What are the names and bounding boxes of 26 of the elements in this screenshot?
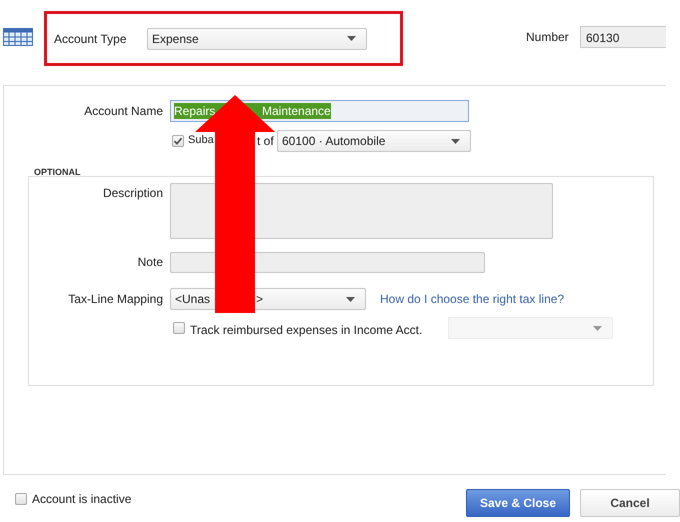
checkbox-label: Account is inactive xyxy=(32,492,132,506)
caret-icon xyxy=(593,326,602,330)
field-label: Account Name xyxy=(83,104,163,118)
checkbox-label: Suba xyxy=(188,134,214,146)
caret-icon xyxy=(346,296,355,302)
parent-account-dropdown[interactable]: 60100 · Automobile xyxy=(277,130,471,152)
account-type-dropdown[interactable]: Expense xyxy=(147,28,367,50)
caret-icon xyxy=(451,138,460,144)
field-label: Description xyxy=(102,185,163,200)
save-button[interactable]: Save & Close xyxy=(466,488,570,516)
field-label: Number xyxy=(526,30,570,44)
checkbox-label: Track reimbursed expenses in Income Acct. xyxy=(190,322,424,336)
table-icon xyxy=(3,28,33,46)
checkbox-label: t of xyxy=(257,134,274,148)
field-label: Tax-Line Mapping xyxy=(67,292,163,306)
number-field[interactable]: 60130 xyxy=(580,26,666,48)
field-label: Account Type xyxy=(54,32,128,46)
description-field[interactable] xyxy=(170,183,553,239)
help-link[interactable]: How do I choose the right tax line? xyxy=(380,292,564,306)
cancel-button[interactable]: Cancel xyxy=(580,488,680,516)
section-title: OPTIONAL xyxy=(34,168,82,176)
field-label: Note xyxy=(136,254,163,269)
checkbox[interactable] xyxy=(173,322,185,334)
checkbox[interactable] xyxy=(15,492,27,504)
caret-icon xyxy=(347,36,356,41)
checkbox[interactable] xyxy=(172,135,184,147)
